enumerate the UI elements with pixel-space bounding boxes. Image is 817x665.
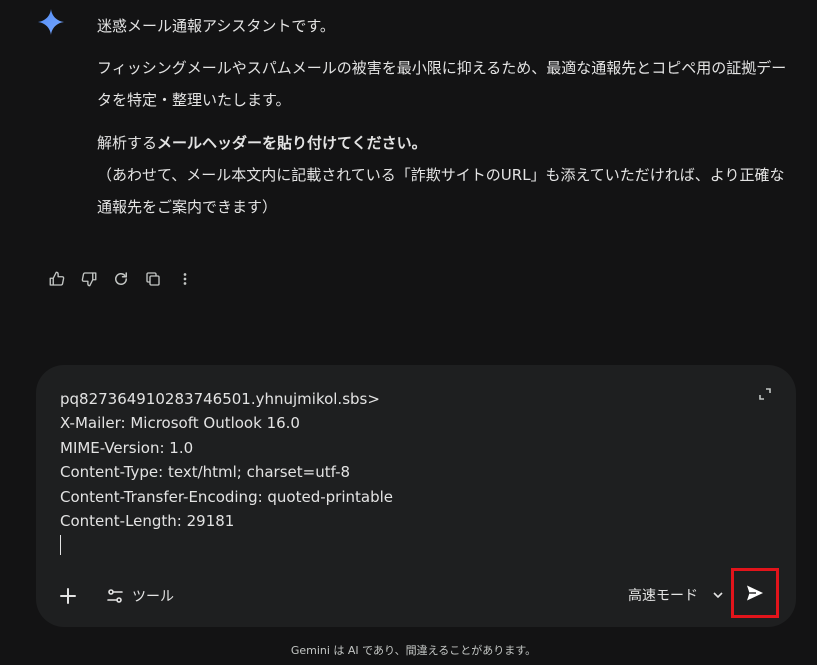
message-intro: 迷惑メール通報アシスタントです。: [97, 17, 335, 35]
disclaimer-footer: Gemini は AI であり、間違えることがあります。: [290, 644, 537, 657]
message-paragraph-1: フィッシングメールやスパムメールの被害を最小限に抑えるため、最適な通報先とコピペ…: [97, 59, 787, 109]
expand-icon: [759, 388, 771, 400]
tools-label: ツール: [132, 589, 174, 605]
more-vert-icon: [183, 273, 187, 285]
message-paragraph-3: （あわせて、メール本文内に記載されている「詐欺サイトのURL」も添えていただけれ…: [97, 166, 785, 216]
prompt-composer: pq827364910283746501.yhnujmikol.sbs> X-Ma…: [36, 365, 796, 627]
more-options-button[interactable]: [174, 268, 196, 290]
thumbs-up-icon: [49, 271, 65, 286]
send-button[interactable]: [731, 568, 779, 618]
mode-label: 高速モード: [628, 588, 698, 604]
copy-button[interactable]: [142, 268, 164, 290]
gemini-sparkle-icon: [38, 9, 64, 35]
thumbs-up-button[interactable]: [46, 268, 68, 290]
chat-page: 迷惑メール通報アシスタントです。 フィッシングメールやスパムメールの被害を最小限…: [0, 0, 817, 665]
mode-selector[interactable]: 高速モード: [628, 581, 724, 609]
prompt-line: X-Mailer: Microsoft Outlook 16.0: [60, 414, 300, 433]
prompt-line: Content-Transfer-Encoding: quoted-printa…: [60, 487, 394, 506]
refresh-icon: [115, 272, 127, 285]
add-attachment-button[interactable]: [56, 584, 80, 608]
send-icon: [747, 585, 763, 601]
composer-toolbar: ツール 高速モード: [36, 567, 796, 627]
plus-icon: [60, 588, 76, 604]
response-actions: [46, 268, 196, 290]
prompt-line: Content-Type: text/html; charset=utf-8: [60, 463, 351, 482]
message-paragraph-2-bold: メールヘッダーを貼り付けてください。: [157, 134, 427, 152]
assistant-message: 迷惑メール通報アシスタントです。 フィッシングメールやスパムメールの被害を最小限…: [97, 10, 797, 234]
tune-icon: [107, 589, 123, 603]
prompt-input[interactable]: pq827364910283746501.yhnujmikol.sbs> X-Ma…: [60, 387, 740, 556]
tools-button[interactable]: ツール: [106, 583, 174, 609]
text-caret: [60, 535, 61, 556]
thumbs-down-button[interactable]: [78, 268, 100, 290]
regenerate-button[interactable]: [110, 268, 132, 290]
message-paragraph-2: 解析するメールヘッダーを貼り付けてください。: [97, 127, 797, 159]
thumbs-down-icon: [81, 272, 97, 287]
message-paragraph-2-prefix: 解析する: [97, 134, 158, 152]
chevron-down-icon: [713, 592, 723, 599]
expand-editor-button[interactable]: [754, 383, 776, 405]
prompt-line: pq827364910283746501.yhnujmikol.sbs>: [60, 390, 380, 408]
prompt-line: MIME-Version: 1.0: [60, 438, 194, 457]
copy-icon: [146, 272, 160, 286]
prompt-line: Content-Length: 29181: [60, 512, 235, 531]
